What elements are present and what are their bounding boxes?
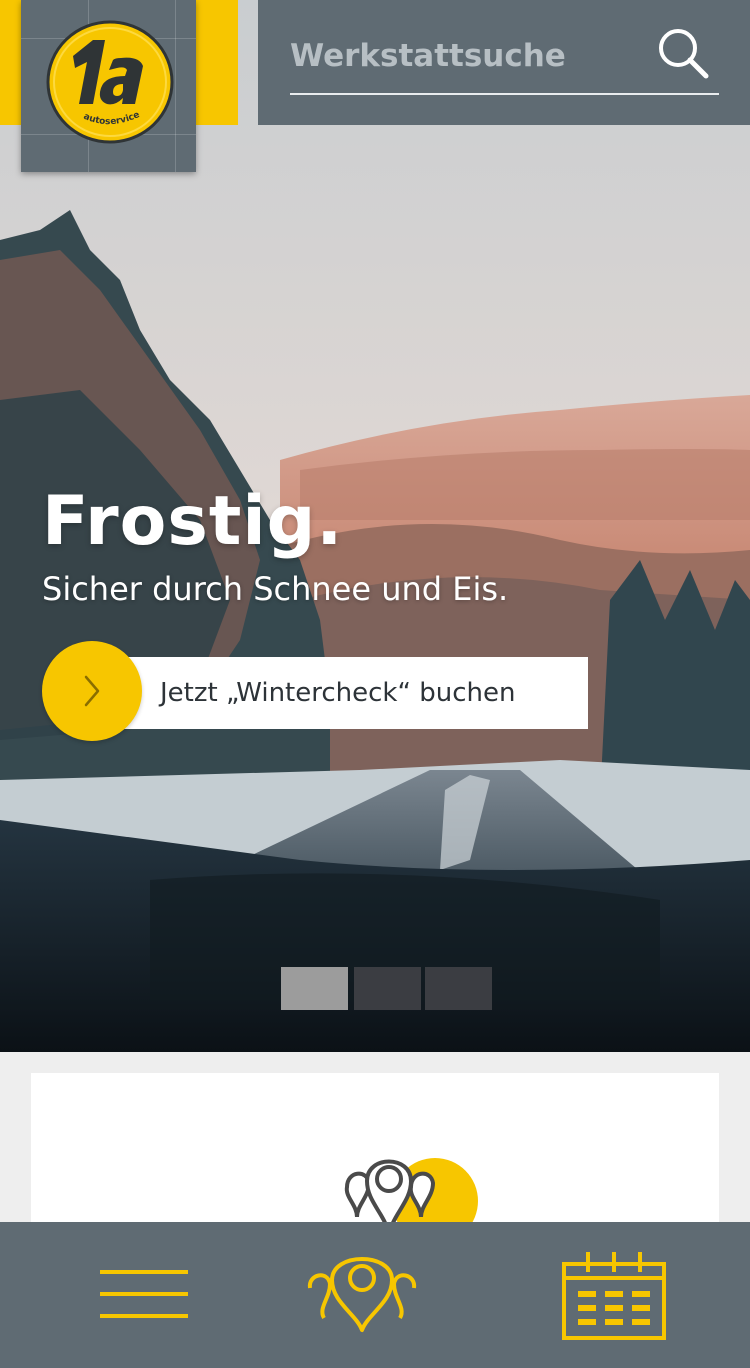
header-search-panel bbox=[258, 0, 750, 125]
menu-button[interactable] bbox=[70, 1222, 220, 1368]
slide-dot-2[interactable] bbox=[354, 967, 421, 1010]
slide-dot-3[interactable] bbox=[425, 967, 492, 1010]
hero-subline: Sicher durch Schnee und Eis. bbox=[42, 570, 509, 608]
wintercheck-cta-button[interactable]: Jetzt „Wintercheck“ buchen bbox=[42, 641, 588, 741]
cta-arrow-circle[interactable] bbox=[42, 641, 142, 741]
logo[interactable]: autoservice bbox=[21, 0, 196, 172]
locations-icon bbox=[344, 1158, 478, 1233]
locations-nav-button[interactable] bbox=[290, 1222, 430, 1368]
bottom-navigation bbox=[0, 1222, 750, 1368]
workshop-search-input[interactable] bbox=[290, 30, 660, 82]
chevron-right-icon bbox=[84, 675, 100, 707]
search-icon bbox=[659, 29, 709, 79]
appointment-nav-button[interactable] bbox=[540, 1222, 690, 1368]
cta-label: Jetzt „Wintercheck“ buchen bbox=[160, 678, 516, 708]
locations-icon bbox=[307, 1257, 417, 1332]
menu-icon bbox=[100, 1270, 188, 1318]
search-button[interactable] bbox=[654, 24, 714, 84]
calendar-icon bbox=[562, 1252, 666, 1340]
logo-1a-autoservice: autoservice bbox=[46, 20, 174, 144]
slide-dot-1[interactable] bbox=[281, 967, 348, 1010]
search-underline bbox=[290, 93, 719, 95]
hero-headline: Frostig. bbox=[42, 482, 344, 561]
workshop-finder-card bbox=[31, 1073, 719, 1233]
